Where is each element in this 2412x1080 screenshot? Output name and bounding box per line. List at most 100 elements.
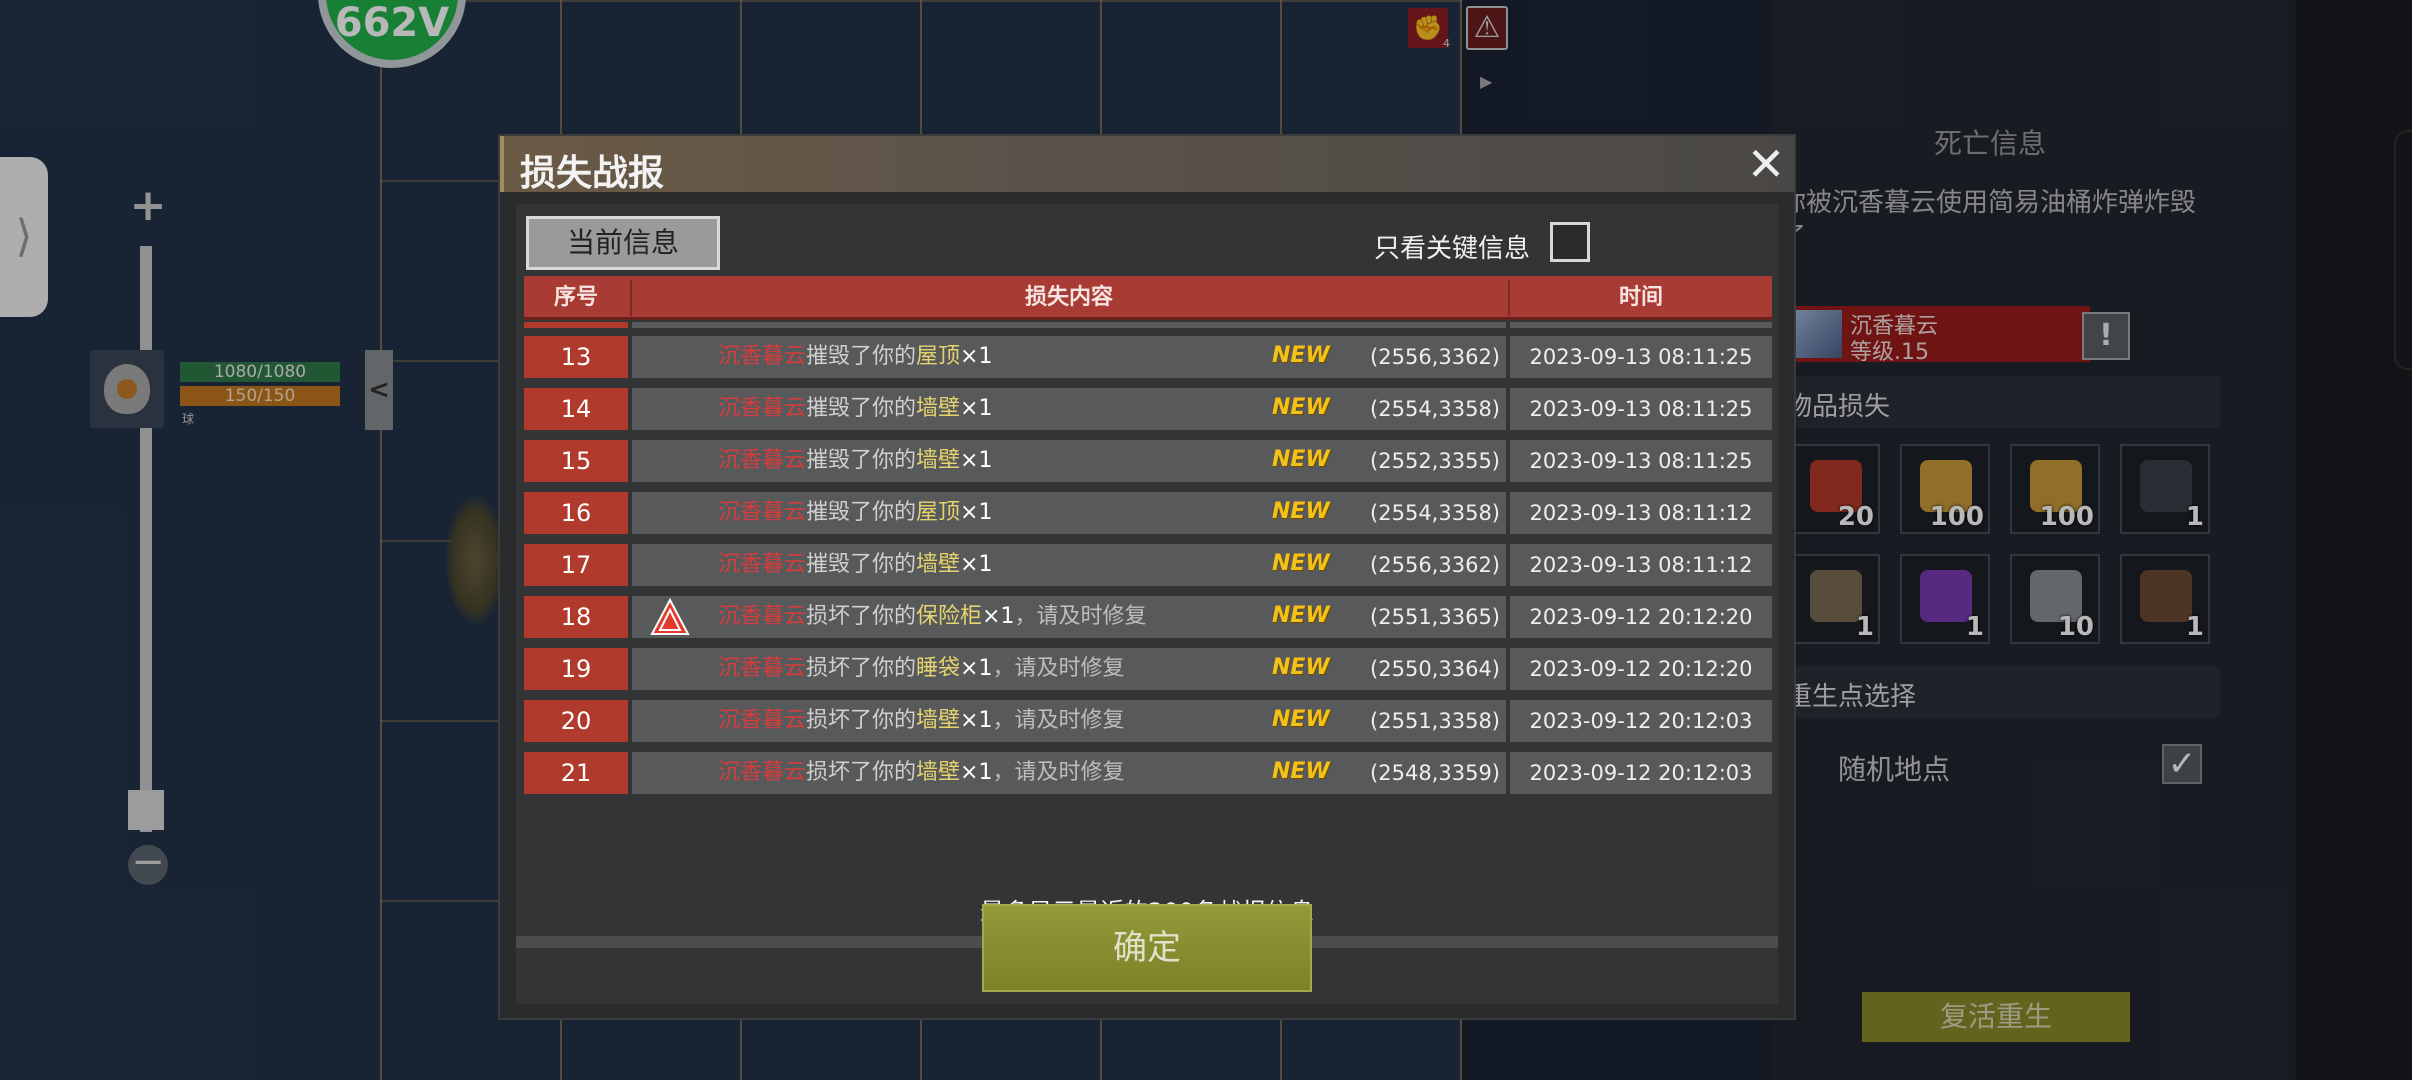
coordinates: (2551,3358) bbox=[1370, 709, 1500, 733]
action-text: 摧毁了你的 bbox=[806, 500, 917, 525]
key-only-checkbox[interactable] bbox=[1550, 222, 1590, 262]
confirm-button[interactable]: 确定 bbox=[982, 904, 1312, 992]
quantity: ×1 bbox=[960, 344, 993, 369]
row-content: 沉香暮云摧毁了你的屋顶×1 NEW (2554,3358) bbox=[632, 492, 1506, 534]
table-row[interactable]: 20 沉香暮云损坏了你的墙壁×1，请及时修复 NEW (2551,3358) 2023-… bbox=[524, 700, 1772, 742]
row-number: 21 bbox=[524, 752, 628, 794]
coordinates: (2556,3362) bbox=[1370, 553, 1500, 577]
row-content: 沉香暮云损坏了你的保险柜×1，请及时修复 NEW (2551,3365) bbox=[632, 596, 1506, 638]
row-number: 18 bbox=[524, 596, 628, 638]
row-sliver-no bbox=[524, 322, 628, 328]
key-only-label: 只看关键信息 bbox=[1374, 234, 1531, 264]
table-header: 序号 损失内容 时间 bbox=[524, 276, 1772, 320]
new-badge: NEW bbox=[1272, 447, 1330, 472]
action-text: 损坏了你的 bbox=[806, 604, 917, 629]
close-icon[interactable]: ✕ bbox=[1744, 141, 1788, 188]
coordinates: (2554,3358) bbox=[1370, 397, 1500, 421]
table-row[interactable]: 18 沉香暮云损坏了你的保险柜×1，请及时修复 NEW (2551,3365) 2023… bbox=[524, 596, 1772, 638]
row-description: 沉香暮云摧毁了你的墙壁×1 bbox=[718, 388, 992, 430]
table-row-partial bbox=[524, 322, 1772, 330]
target-name: 屋顶 bbox=[916, 344, 961, 369]
row-content: 沉香暮云摧毁了你的墙壁×1 NEW (2554,3358) bbox=[632, 388, 1506, 430]
quantity: ×1 bbox=[960, 656, 993, 681]
row-number: 13 bbox=[524, 336, 628, 378]
action-text: 摧毁了你的 bbox=[806, 396, 917, 421]
quantity: ×1 bbox=[960, 396, 993, 421]
quantity: ×1 bbox=[960, 760, 993, 785]
row-number: 16 bbox=[524, 492, 628, 534]
dialog-title: 损失战报 bbox=[520, 153, 665, 194]
new-badge: NEW bbox=[1272, 707, 1330, 732]
repair-hint: ，请及时修复 bbox=[992, 760, 1125, 785]
row-time: 2023-09-12 20:12:03 bbox=[1510, 752, 1772, 794]
tab-current-info[interactable]: 当前信息 bbox=[526, 216, 720, 270]
table-row[interactable]: 17 沉香暮云摧毁了你的墙壁×1 NEW (2556,3362) 2023-09-13 … bbox=[524, 544, 1772, 586]
row-description: 沉香暮云损坏了你的保险柜×1，请及时修复 bbox=[718, 596, 1147, 638]
row-content: 沉香暮云摧毁了你的墙壁×1 NEW (2552,3355) bbox=[632, 440, 1506, 482]
attacker-name: 沉香暮云 bbox=[718, 604, 807, 629]
quantity: ×1 bbox=[960, 552, 993, 577]
attacker-name: 沉香暮云 bbox=[718, 708, 807, 733]
action-text: 损坏了你的 bbox=[806, 760, 917, 785]
new-badge: NEW bbox=[1272, 655, 1330, 680]
row-number: 20 bbox=[524, 700, 628, 742]
row-description: 沉香暮云损坏了你的墙壁×1，请及时修复 bbox=[718, 752, 1125, 794]
column-header-no: 序号 bbox=[553, 285, 598, 310]
row-description: 沉香暮云摧毁了你的墙壁×1 bbox=[718, 544, 992, 586]
target-name: 保险柜 bbox=[916, 604, 983, 629]
row-description: 沉香暮云摧毁了你的墙壁×1 bbox=[718, 440, 992, 482]
row-time: 2023-09-13 08:11:25 bbox=[1510, 388, 1772, 430]
coordinates: (2550,3364) bbox=[1370, 657, 1500, 681]
coordinates: (2556,3362) bbox=[1370, 345, 1500, 369]
repair-hint: ，请及时修复 bbox=[992, 656, 1125, 681]
table-row[interactable]: 13 沉香暮云摧毁了你的屋顶×1 NEW (2556,3362) 2023-09-13 … bbox=[524, 336, 1772, 378]
action-text: 损坏了你的 bbox=[806, 656, 917, 681]
quantity: ×1 bbox=[960, 448, 993, 473]
table-row[interactable]: 21 沉香暮云损坏了你的墙壁×1，请及时修复 NEW (2548,3359) 2023-… bbox=[524, 752, 1772, 794]
target-name: 墙壁 bbox=[916, 708, 961, 733]
repair-hint: ，请及时修复 bbox=[992, 708, 1125, 733]
coordinates: (2552,3355) bbox=[1370, 449, 1500, 473]
row-description: 沉香暮云摧毁了你的屋顶×1 bbox=[718, 336, 992, 378]
quantity: ×1 bbox=[960, 708, 993, 733]
attacker-name: 沉香暮云 bbox=[718, 448, 807, 473]
attacker-name: 沉香暮云 bbox=[718, 760, 807, 785]
target-name: 墙壁 bbox=[916, 552, 961, 577]
table-row[interactable]: 19 沉香暮云损坏了你的睡袋×1，请及时修复 NEW (2550,3364) 2023-… bbox=[524, 648, 1772, 690]
action-text: 摧毁了你的 bbox=[806, 448, 917, 473]
target-name: 墙壁 bbox=[916, 760, 961, 785]
table-row[interactable]: 14 沉香暮云摧毁了你的墙壁×1 NEW (2554,3358) 2023-09-13 … bbox=[524, 388, 1772, 430]
row-sliver-time bbox=[1510, 322, 1772, 328]
new-badge: NEW bbox=[1272, 551, 1330, 576]
row-time: 2023-09-13 08:11:12 bbox=[1510, 544, 1772, 586]
coordinates: (2554,3358) bbox=[1370, 501, 1500, 525]
warning-icon bbox=[650, 598, 690, 635]
action-text: 摧毁了你的 bbox=[806, 552, 917, 577]
row-description: 沉香暮云损坏了你的睡袋×1，请及时修复 bbox=[718, 648, 1125, 690]
column-header-time: 时间 bbox=[1618, 285, 1663, 310]
row-content: 沉香暮云损坏了你的墙壁×1，请及时修复 NEW (2548,3359) bbox=[632, 752, 1506, 794]
row-description: 沉香暮云损坏了你的墙壁×1，请及时修复 bbox=[718, 700, 1125, 742]
row-description: 沉香暮云摧毁了你的屋顶×1 bbox=[718, 492, 992, 534]
target-name: 睡袋 bbox=[916, 656, 961, 681]
table-row[interactable]: 16 沉香暮云摧毁了你的屋顶×1 NEW (2554,3358) 2023-09-13 … bbox=[524, 492, 1772, 534]
target-name: 屋顶 bbox=[916, 500, 961, 525]
coordinates: (2548,3359) bbox=[1370, 761, 1500, 785]
target-name: 墙壁 bbox=[916, 396, 961, 421]
new-badge: NEW bbox=[1272, 395, 1330, 420]
new-badge: NEW bbox=[1272, 499, 1330, 524]
row-content: 沉香暮云损坏了你的墙壁×1，请及时修复 NEW (2551,3358) bbox=[632, 700, 1506, 742]
row-time: 2023-09-13 08:11:12 bbox=[1510, 492, 1772, 534]
row-time: 2023-09-12 20:12:03 bbox=[1510, 700, 1772, 742]
attacker-name: 沉香暮云 bbox=[718, 344, 807, 369]
row-time: 2023-09-13 08:11:25 bbox=[1510, 336, 1772, 378]
row-content: 沉香暮云摧毁了你的屋顶×1 NEW (2556,3362) bbox=[632, 336, 1506, 378]
coordinates: (2551,3365) bbox=[1370, 605, 1500, 629]
row-number: 15 bbox=[524, 440, 628, 482]
column-header-content: 损失内容 bbox=[1024, 285, 1113, 310]
new-badge: NEW bbox=[1272, 759, 1330, 784]
row-time: 2023-09-12 20:12:20 bbox=[1510, 596, 1772, 638]
dialog-header: 损失战报 ✕ bbox=[500, 136, 1794, 194]
table-row[interactable]: 15 沉香暮云摧毁了你的墙壁×1 NEW (2552,3355) 2023-09-13 … bbox=[524, 440, 1772, 482]
target-name: 墙壁 bbox=[916, 448, 961, 473]
